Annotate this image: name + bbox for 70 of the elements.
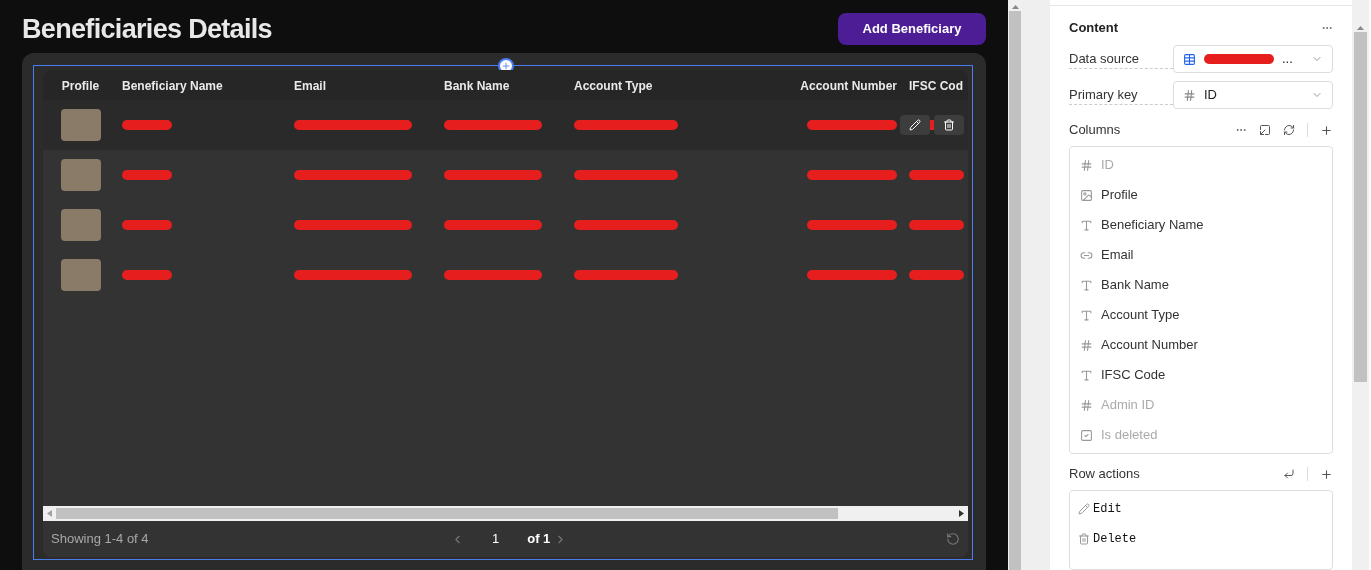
trash-icon (943, 119, 955, 131)
column-item[interactable]: Profile (1070, 180, 1332, 210)
import-icon[interactable] (1259, 124, 1271, 136)
redaction-bar (909, 170, 964, 180)
add-beneficiary-button[interactable]: Add Beneficiary (838, 13, 986, 45)
redaction-bar (122, 120, 172, 130)
text-type-icon (1080, 368, 1093, 382)
hash-icon (1183, 88, 1196, 102)
redaction-bar (909, 270, 964, 280)
text-type-icon (1080, 278, 1093, 292)
photo-placeholder (60, 159, 101, 191)
page-title: Beneficiaries Details (22, 12, 272, 46)
number-type-icon (1080, 158, 1093, 172)
row-action-item[interactable]: Edit (1070, 494, 1332, 524)
scrollbar[interactable] (1352, 0, 1369, 570)
refresh-icon[interactable] (946, 532, 960, 546)
column-header[interactable]: Profile (61, 79, 100, 93)
redaction-bar (1204, 54, 1274, 64)
column-header[interactable]: Beneficiary Name (122, 79, 223, 93)
scroll-left-icon[interactable] (47, 510, 52, 517)
table-icon (1183, 52, 1196, 66)
page-count: of 1 (527, 530, 551, 549)
add-icon[interactable] (1320, 123, 1333, 137)
section-label: Row actions (1069, 465, 1140, 484)
redaction-bar (122, 170, 172, 180)
data-source-select[interactable]: ... (1173, 45, 1333, 73)
text-type-icon (1080, 218, 1093, 232)
column-header[interactable]: Email (294, 79, 326, 93)
add-icon[interactable] (1320, 467, 1333, 481)
field-label: Data source (1069, 48, 1173, 70)
redaction-bar (122, 220, 172, 230)
checkbox-type-icon (1080, 428, 1093, 442)
section-title: Content (1069, 19, 1119, 38)
photo-placeholder (60, 259, 101, 291)
column-header[interactable]: Account Type (574, 79, 653, 93)
column-header[interactable]: Bank Name (444, 79, 510, 93)
trash-icon (1078, 533, 1090, 545)
column-header[interactable]: Account Number (800, 79, 897, 93)
number-type-icon (1080, 338, 1093, 352)
scroll-up-icon[interactable] (1011, 5, 1019, 9)
number-type-icon (1080, 398, 1093, 412)
redaction-bar (122, 270, 172, 280)
photo-placeholder (60, 209, 101, 241)
redaction-bar (909, 220, 964, 230)
edit-button[interactable] (900, 115, 930, 135)
text-type-icon (1080, 308, 1093, 322)
showing-count: Showing 1-4 of 4 (51, 530, 150, 549)
sync-icon[interactable] (1283, 124, 1295, 136)
field-label: Primary key (1069, 84, 1173, 106)
image-type-icon (1080, 188, 1093, 202)
scroll-up-icon[interactable] (1357, 26, 1364, 30)
section-label: Columns (1069, 121, 1121, 140)
column-item[interactable]: Email (1070, 240, 1332, 270)
horizontal-scrollbar[interactable] (43, 506, 968, 521)
scroll-right-icon[interactable] (959, 510, 964, 517)
column-item[interactable]: Account Type (1070, 300, 1332, 330)
column-header[interactable]: IFSC Cod (909, 79, 963, 93)
primary-key-select[interactable]: ID (1173, 81, 1333, 109)
row-action-item[interactable]: Delete (1070, 524, 1332, 554)
pencil-icon (909, 119, 921, 131)
photo-placeholder (60, 109, 101, 141)
column-item[interactable]: Account Number (1070, 330, 1332, 360)
column-item[interactable]: IFSC Code (1070, 360, 1332, 390)
column-item[interactable]: Bank Name (1070, 270, 1332, 300)
scrollbar[interactable] (1008, 0, 1022, 570)
return-icon[interactable] (1283, 468, 1295, 480)
delete-button[interactable] (934, 115, 964, 135)
column-item[interactable]: Beneficiary Name (1070, 210, 1332, 240)
page-number[interactable]: 1 (492, 529, 500, 549)
pencil-icon (1078, 503, 1090, 515)
